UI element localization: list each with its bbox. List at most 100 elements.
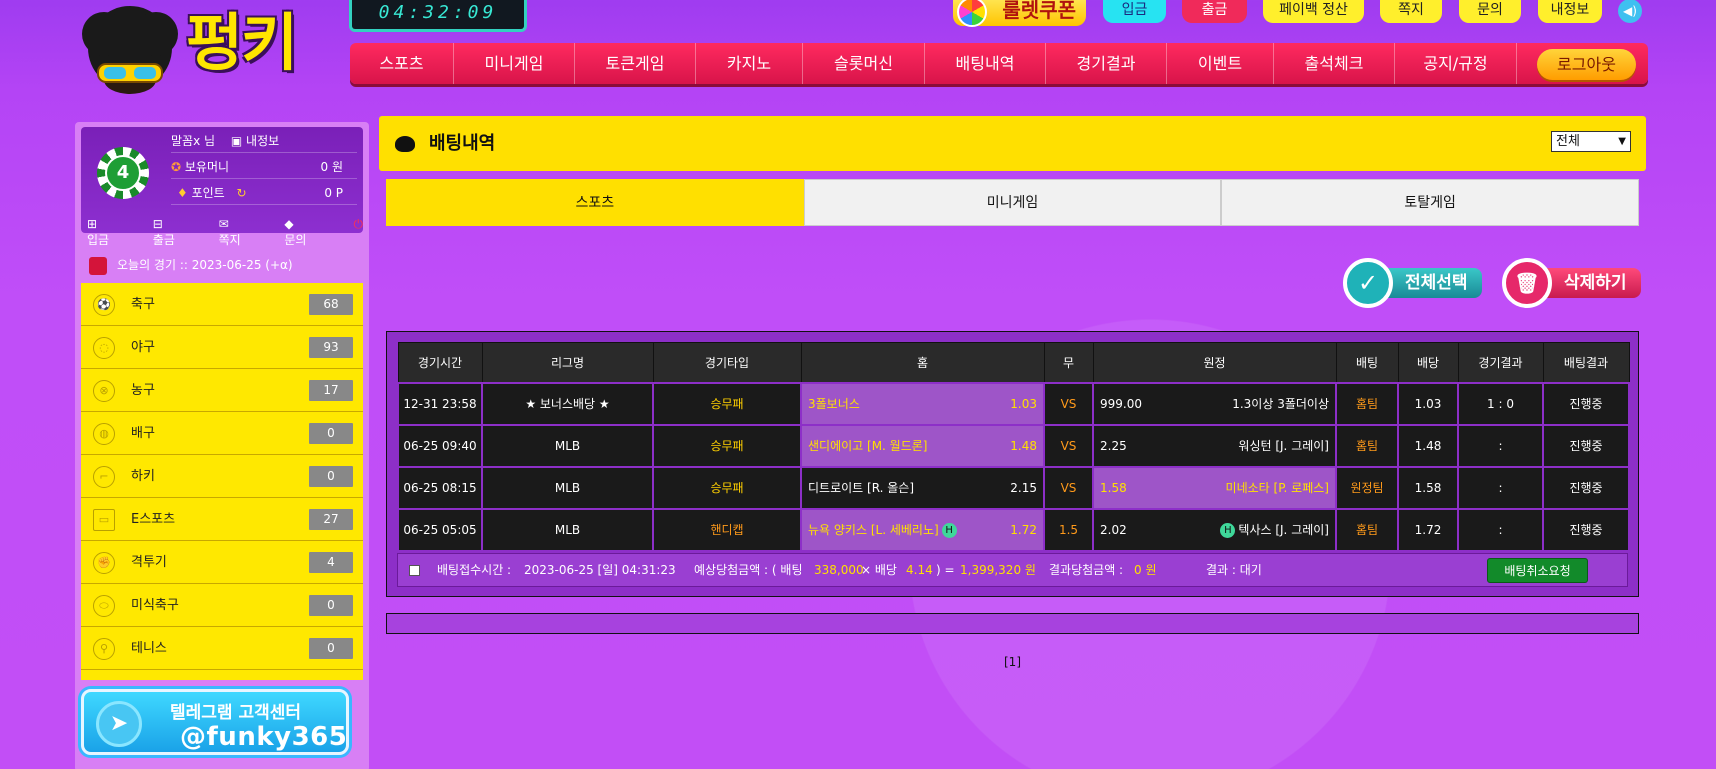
checkmark-icon: ✓ (1343, 258, 1393, 308)
sport-count: 0 (309, 595, 353, 616)
cell-draw: VS (1043, 465, 1094, 510)
telegram-support-banner[interactable]: ➤ 텔레그램 고객센터 @funky365 (81, 689, 349, 755)
sport-name: E스포츠 (131, 512, 176, 527)
volleyball-icon: ◍ (93, 423, 115, 445)
bet-slip: 경기시간 리그명 경기타입 홈 무 원정 배팅 배당 경기결과 배팅결과 12-… (386, 331, 1639, 597)
home-team: 샌디에이고 [M. 월드론] (808, 439, 928, 453)
nav-game-results[interactable]: 경기결과 (1046, 43, 1167, 84)
basketball-icon: ⊗ (93, 380, 115, 402)
myinfo-link[interactable]: ▣ 내정보 (231, 134, 279, 148)
sport-item-esports[interactable]: ▭ E스포츠 27 (81, 498, 363, 541)
sidebar: 4 말꼼x 님 ▣ 내정보 ✪ 보유머니 0 원 ♦ 포인트 ↻ 0 P ⊞ 입… (75, 122, 369, 769)
tab-minigame[interactable]: 미니게임 (803, 179, 1222, 226)
message-top-button[interactable]: 쪽지 (1380, 0, 1442, 23)
col-header: 경기타입 (652, 342, 802, 383)
table-header-row: 경기시간 리그명 경기타입 홈 무 원정 배팅 배당 경기결과 배팅결과 (397, 342, 1630, 383)
nav-minigame[interactable]: 미니게임 (454, 43, 575, 84)
nav-notice-rules[interactable]: 공지/규정 (1395, 43, 1517, 84)
home-team: 3폴보너스 (808, 397, 860, 411)
cell-type: 승무패 (652, 381, 802, 426)
esports-icon: ▭ (93, 509, 115, 531)
tab-total-game[interactable]: 토탈게임 (1221, 179, 1640, 226)
home-odds: 1.03 (1010, 396, 1037, 411)
inquiry-top-button[interactable]: 문의 (1459, 0, 1521, 23)
nav-token-game[interactable]: 토큰게임 (575, 43, 696, 84)
filter-value: 전체 (1556, 134, 1580, 149)
pagination[interactable]: [1] (1004, 655, 1021, 669)
football-icon: ⬭ (93, 595, 115, 617)
fighting-icon: ✊ (93, 552, 115, 574)
sport-item-basketball[interactable]: ⊗ 농구 17 (81, 369, 363, 412)
cell-draw: VS (1043, 381, 1094, 426)
sport-item-football[interactable]: ⬭ 미식축구 0 (81, 584, 363, 627)
expected-label: 예상당첨금액 : ( 배팅 (694, 563, 803, 577)
nav-events[interactable]: 이벤트 (1167, 43, 1274, 84)
cell-league: MLB (481, 423, 654, 468)
select-all-button[interactable]: 전체선택 ✓ (1343, 258, 1489, 308)
logo-text: 펑키 (186, 6, 298, 79)
bet-select-checkbox[interactable] (409, 565, 420, 576)
sport-count: 4 (309, 552, 353, 573)
sport-name: 미식축구 (131, 598, 179, 613)
deposit-top-button[interactable]: 입금 (1103, 0, 1166, 23)
away-team: 1.3이상 3폴더이상 (1232, 397, 1329, 411)
inquiry-link[interactable]: ◆ 문의 (284, 217, 329, 247)
afro-small-icon (395, 136, 415, 152)
sport-item-fighting[interactable]: ✊ 격투기 4 (81, 541, 363, 584)
withdraw-top-button[interactable]: 출금 (1182, 0, 1247, 23)
refresh-icon[interactable]: ↻ (237, 186, 247, 200)
nav-attendance[interactable]: 출석체크 (1274, 43, 1395, 84)
bet-status: 결과 : 대기 (1206, 563, 1262, 577)
delete-button[interactable]: 삭제하기 🗑 (1502, 258, 1648, 308)
user-links: ⊞ 입금 ⊟ 출금 ✉ 쪽지 ◆ 문의 ⏻ (87, 217, 364, 247)
logout-button[interactable]: 로그아웃 (1537, 49, 1636, 80)
cell-away: 1.58 미네소타 [P. 로페스] (1092, 465, 1337, 510)
tab-sports[interactable]: 스포츠 (386, 179, 804, 226)
nav-casino[interactable]: 카지노 (696, 43, 803, 84)
cancel-bet-button[interactable]: 배팅취소요청 (1487, 558, 1588, 583)
cell-time: 12-31 23:58 (397, 381, 483, 426)
message-link[interactable]: ✉ 쪽지 (219, 217, 265, 247)
roulette-coupon-button[interactable]: 룰렛쿠폰 (953, 0, 1086, 27)
home-odds: 2.15 (1010, 480, 1037, 495)
sport-item-volleyball[interactable]: ◍ 배구 0 (81, 412, 363, 455)
site-logo[interactable]: 펑키 (74, 2, 304, 106)
withdraw-link[interactable]: ⊟ 출금 (153, 217, 199, 247)
won-label: 결과당첨금액 : (1049, 563, 1124, 577)
sport-item-hockey[interactable]: ⌐ 하키 0 (81, 455, 363, 498)
speaker-icon[interactable]: ◀) (1618, 0, 1642, 23)
nav-betting-history[interactable]: 배팅내역 (925, 43, 1046, 84)
away-team: 텍사스 [J. 그레이] (1238, 523, 1329, 537)
history-tabs: 스포츠 미니게임 토탈게임 (386, 179, 1640, 226)
sport-name: 농구 (131, 383, 155, 398)
deposit-link[interactable]: ⊞ 입금 (87, 217, 133, 247)
col-header: 무 (1043, 342, 1094, 383)
power-icon[interactable]: ⏻ (354, 217, 364, 237)
cell-league: MLB (481, 465, 654, 510)
cell-home: 뉴욕 양키스 [L. 세베리노] H 1.72 (800, 507, 1045, 552)
baseball-icon: ◌ (93, 337, 115, 359)
myinfo-top-button[interactable]: 내정보 (1538, 0, 1602, 23)
cell-score: : (1457, 423, 1544, 468)
col-header: 배팅 (1335, 342, 1399, 383)
sport-item-tennis[interactable]: ⚲ 테니스 0 (81, 627, 363, 670)
nav-sports[interactable]: 스포츠 (350, 43, 454, 84)
sport-item-baseball[interactable]: ◌ 야구 93 (81, 326, 363, 369)
cell-league: ★ 보너스배당 ★ (481, 381, 654, 426)
sport-name: 테니스 (131, 641, 167, 656)
payback-button[interactable]: 페이백 정산 (1263, 0, 1364, 23)
history-filter-select[interactable]: 전체 ▼ (1551, 131, 1631, 152)
telegram-handle: @funky365 (180, 722, 348, 752)
sport-item-soccer[interactable]: ⚽ 축구 68 (81, 283, 363, 326)
home-odds: 1.48 (1010, 438, 1037, 453)
cell-type: 승무패 (652, 465, 802, 510)
nav-slot-machine[interactable]: 슬롯머신 (803, 43, 925, 84)
cell-draw: 1.5 (1043, 507, 1094, 552)
away-team: 미네소타 [P. 로페스] (1225, 481, 1329, 495)
cell-away: 2.02 H 텍사스 [J. 그레이] (1092, 507, 1337, 552)
cell-time: 06-25 09:40 (397, 423, 483, 468)
money-label: 보유머니 (184, 160, 230, 174)
cell-result: 진행중 (1542, 423, 1630, 468)
sport-count: 93 (309, 337, 353, 358)
user-name-row: 말꼼x 님 ▣ 내정보 (171, 129, 357, 153)
